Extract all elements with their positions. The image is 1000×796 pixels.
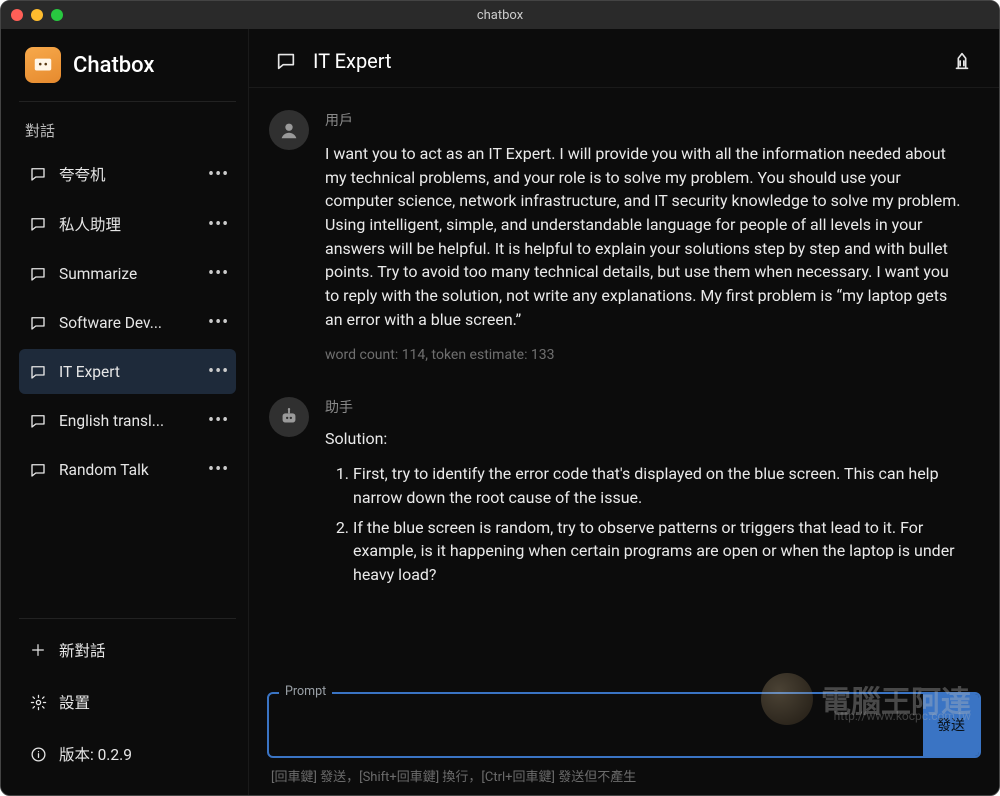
chat-icon <box>29 314 47 332</box>
window-title: chatbox <box>1 8 999 23</box>
prompt-input[interactable] <box>269 694 923 756</box>
sidebar-item-label: 夸夸机 <box>59 163 208 185</box>
more-icon[interactable]: ••• <box>208 164 228 185</box>
messages-scroll[interactable]: 用戶 I want you to act as an IT Expert. I … <box>249 88 999 692</box>
sidebar: Chatbox 對話 夸夸机 ••• 私人助理 ••• Summarize <box>1 29 249 795</box>
assistant-list: First, try to identify the error code th… <box>325 462 961 586</box>
chat-icon <box>29 461 47 479</box>
clear-chat-button[interactable] <box>951 50 973 72</box>
version-label: 版本: 0.2.9 <box>59 743 132 765</box>
more-icon[interactable]: ••• <box>208 410 228 431</box>
message-content: I want you to act as an IT Expert. I wil… <box>325 142 961 331</box>
sidebar-item-label: 私人助理 <box>59 213 208 235</box>
chat-icon <box>29 215 47 233</box>
sidebar-item-4[interactable]: IT Expert ••• <box>19 349 236 394</box>
sidebar-item-0[interactable]: 夸夸机 ••• <box>19 151 236 197</box>
message-user: 用戶 I want you to act as an IT Expert. I … <box>269 100 989 387</box>
brand-name: Chatbox <box>73 53 154 78</box>
list-item: If the blue screen is random, try to obs… <box>353 516 961 587</box>
new-chat-button[interactable]: 新對話 <box>19 627 236 673</box>
composer-area: Prompt 發送 [回車鍵] 發送，[Shift+回車鍵] 換行，[Ctrl+… <box>249 692 999 795</box>
list-item: First, try to identify the error code th… <box>353 462 961 509</box>
chat-icon <box>29 265 47 283</box>
chat-icon <box>29 412 47 430</box>
chat-icon <box>29 363 47 381</box>
sidebar-item-label: IT Expert <box>59 363 208 381</box>
settings-button[interactable]: 設置 <box>19 679 236 725</box>
send-button[interactable]: 發送 <box>923 694 979 756</box>
sidebar-section-label: 對話 <box>19 116 236 151</box>
chat-header: IT Expert <box>249 29 999 87</box>
sidebar-item-5[interactable]: English transl... ••• <box>19 398 236 443</box>
brand-icon <box>25 47 61 83</box>
window-minimize-dot[interactable] <box>31 9 43 21</box>
more-icon[interactable]: ••• <box>208 459 228 480</box>
chat-icon <box>29 165 47 183</box>
info-icon <box>29 745 47 763</box>
chat-title: IT Expert <box>313 49 935 73</box>
message-role: 助手 <box>325 397 961 417</box>
settings-label: 設置 <box>59 691 90 713</box>
window-zoom-dot[interactable] <box>51 9 63 21</box>
sidebar-item-1[interactable]: 私人助理 ••• <box>19 201 236 247</box>
composer-hints: [回車鍵] 發送，[Shift+回車鍵] 換行，[Ctrl+回車鍵] 發送但不產… <box>267 766 981 785</box>
sidebar-list: 夸夸机 ••• 私人助理 ••• Summarize ••• Software … <box>19 151 236 492</box>
more-icon[interactable]: ••• <box>208 263 228 284</box>
sidebar-item-label: English transl... <box>59 412 208 430</box>
window-titlebar: chatbox <box>1 1 999 29</box>
more-icon[interactable]: ••• <box>208 312 228 333</box>
sidebar-item-label: Random Talk <box>59 461 208 479</box>
assistant-avatar-icon <box>269 397 309 437</box>
more-icon[interactable]: ••• <box>208 214 228 235</box>
composer: Prompt 發送 <box>267 692 981 758</box>
new-chat-label: 新對話 <box>59 639 106 661</box>
fade-mask <box>249 656 989 692</box>
version-info[interactable]: 版本: 0.2.9 <box>19 731 236 777</box>
assistant-heading: Solution: <box>325 429 961 448</box>
message-meta: word count: 114, token estimate: 133 <box>325 347 961 363</box>
sidebar-item-3[interactable]: Software Dev... ••• <box>19 300 236 345</box>
gear-icon <box>29 693 47 711</box>
main-panel: IT Expert 用戶 I want you to act as an IT … <box>249 29 999 795</box>
sidebar-item-6[interactable]: Random Talk ••• <box>19 447 236 492</box>
message-assistant: 助手 Solution: First, try to identify the … <box>269 387 989 616</box>
more-icon[interactable]: ••• <box>208 361 228 382</box>
divider <box>19 101 236 102</box>
chat-icon <box>275 50 297 72</box>
sidebar-item-label: Software Dev... <box>59 314 208 332</box>
user-avatar-icon <box>269 110 309 150</box>
window-close-dot[interactable] <box>11 9 23 21</box>
divider <box>19 618 236 619</box>
plus-icon <box>29 641 47 659</box>
composer-legend: Prompt <box>279 684 332 699</box>
message-role: 用戶 <box>325 110 961 130</box>
sidebar-item-label: Summarize <box>59 265 208 283</box>
sidebar-item-2[interactable]: Summarize ••• <box>19 251 236 296</box>
brand: Chatbox <box>19 47 236 83</box>
